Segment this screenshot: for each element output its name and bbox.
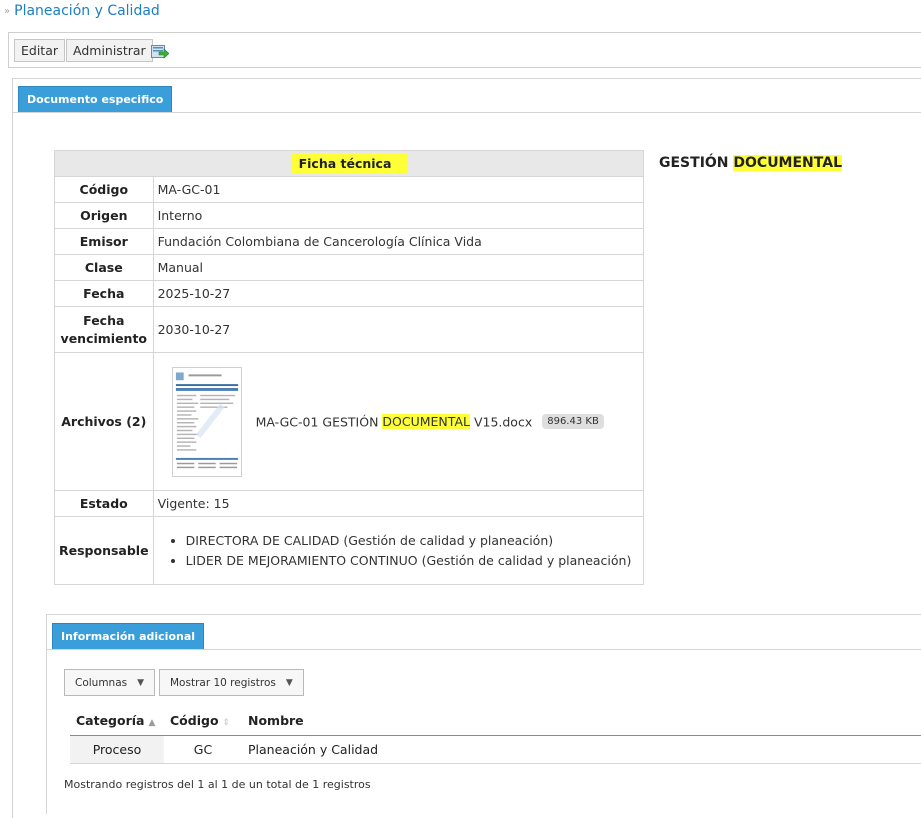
column-header-label: Nombre [248, 713, 304, 729]
file-name-prefix: MA-GC-01 GESTIÓN [255, 414, 383, 429]
emisor-value: Fundación Colombiana de Cancerología Clí… [152, 228, 645, 255]
sort-asc-icon: ▲ [148, 718, 156, 729]
archivos-value: MA-GC-01 GESTIÓN DOCUMENTAL V15.docx 896… [152, 352, 645, 491]
table-row[interactable]: Proceso GC Planeación y Calidad [70, 735, 921, 764]
cell-nombre: Planeación y Calidad [242, 735, 921, 764]
document-title-highlight: DOCUMENTAL [733, 155, 842, 171]
document-title-prefix: GESTIÓN [659, 155, 734, 171]
vencimiento-label-line1: Fecha [83, 312, 125, 328]
responsable-list: DIRECTORA DE CALIDAD (Gestión de calidad… [158, 531, 639, 571]
column-header-label: Categoría [76, 713, 145, 729]
clase-value: Manual [152, 254, 645, 281]
cell-codigo: GC [164, 735, 242, 764]
vencimiento-label-line2: vencimiento [60, 330, 148, 346]
document-title: GESTIÓN DOCUMENTAL [659, 155, 842, 171]
table-info-text: Mostrando registros del 1 al 1 de un tot… [64, 778, 371, 791]
archivos-label: Archivos (2) [54, 352, 154, 491]
chevron-down-icon: ▼ [137, 677, 145, 688]
breadcrumb: » Planeación y Calidad [4, 2, 160, 20]
estado-label: Estado [54, 490, 154, 517]
tab-divider [12, 112, 921, 113]
document-thumbnail-icon[interactable] [171, 366, 242, 477]
fecha-value: 2025-10-27 [152, 280, 645, 307]
codigo-value: MA-GC-01 [152, 176, 645, 203]
column-header-nombre[interactable]: Nombre [242, 707, 921, 736]
codigo-label: Código [54, 176, 154, 203]
responsable-label: Responsable [54, 516, 154, 585]
clase-label: Clase [54, 254, 154, 281]
responsable-value: DIRECTORA DE CALIDAD (Gestión de calidad… [152, 516, 645, 585]
columns-dropdown-label: Columnas [75, 676, 128, 689]
file-name-highlight: DOCUMENTAL [382, 414, 470, 429]
list-item: LIDER DE MEJORAMIENTO CONTINUO (Gestión … [186, 551, 639, 571]
tab-informacion-adicional[interactable]: Información adicional [52, 623, 205, 649]
page-size-dropdown-label: Mostrar 10 registros [170, 676, 276, 689]
column-header-label: Código [170, 713, 219, 729]
cell-categoria: Proceso [70, 735, 164, 764]
fecha-label: Fecha [54, 280, 154, 307]
admin-button[interactable]: Administrar [66, 39, 153, 62]
page-size-dropdown[interactable]: Mostrar 10 registros ▼ [159, 669, 304, 696]
ficha-title-cell: Ficha técnica [54, 150, 644, 177]
edit-button[interactable]: Editar [14, 39, 66, 62]
breadcrumb-current[interactable]: Planeación y Calidad [14, 3, 160, 19]
info-tab-divider [46, 649, 921, 650]
breadcrumb-separator: » [4, 5, 11, 17]
export-to-file-icon[interactable] [151, 43, 169, 59]
toolbar: Editar Administrar [8, 32, 921, 68]
list-item: DIRECTORA DE CALIDAD (Gestión de calidad… [186, 531, 639, 551]
columns-dropdown[interactable]: Columnas ▼ [64, 669, 156, 696]
file-name-suffix: V15.docx [469, 414, 533, 429]
estado-value: Vigente: 15 [152, 490, 645, 517]
ficha-tecnica-table: Ficha técnica Código MA-GC-01 Origen Int… [54, 150, 645, 585]
column-header-codigo[interactable]: Código ⇕ [164, 707, 242, 736]
ficha-title: Ficha técnica [290, 154, 408, 173]
tab-documento-especifico[interactable]: Documento especifico [18, 86, 173, 112]
file-size-badge: 896.43 KB [542, 414, 604, 429]
origen-value: Interno [152, 202, 645, 229]
chevron-down-icon: ▼ [285, 677, 293, 688]
origen-label: Origen [54, 202, 154, 229]
vencimiento-label: Fecha vencimiento [54, 306, 154, 353]
info-table: Categoría ▲ Código ⇕ Nombre Proceso GC Pla… [70, 707, 921, 764]
vencimiento-value: 2030-10-27 [152, 306, 645, 353]
file-name[interactable]: MA-GC-01 GESTIÓN DOCUMENTAL V15.docx [255, 414, 533, 429]
emisor-label: Emisor [54, 228, 154, 255]
column-header-categoria[interactable]: Categoría ▲ [70, 707, 164, 736]
sort-both-icon: ⇕ [222, 718, 231, 729]
